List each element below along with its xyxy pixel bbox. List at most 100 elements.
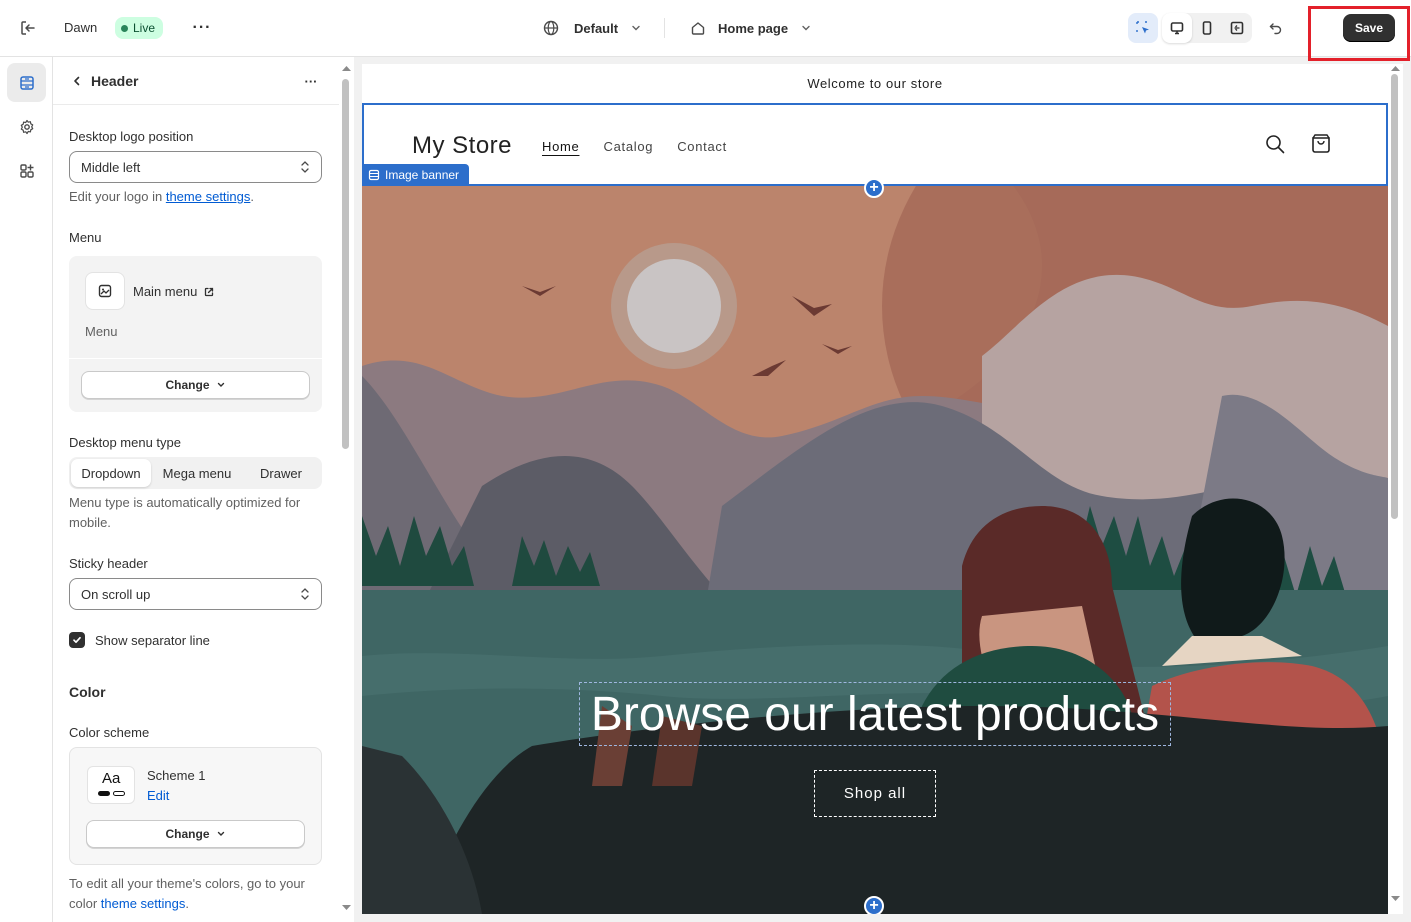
sticky-header-select[interactable]: On scroll up: [69, 578, 322, 610]
logo-theme-settings-link[interactable]: theme settings: [166, 189, 251, 204]
language-selector[interactable]: Default: [542, 17, 642, 39]
panel-header: Header ···: [53, 57, 341, 105]
main-navigation: Home Catalog Contact: [542, 139, 727, 154]
menu-name-link[interactable]: Main menu: [133, 284, 215, 299]
menu-card-divider: [69, 358, 322, 359]
mobile-view-button[interactable]: [1192, 13, 1222, 43]
store-logo[interactable]: My Store: [412, 132, 512, 160]
device-toggle-group: [1162, 13, 1252, 43]
panel-title: Header: [91, 73, 139, 89]
scroll-down-arrow-icon: [342, 905, 351, 910]
header-icons: [1264, 133, 1332, 155]
colors-help-suffix: .: [185, 896, 189, 911]
logo-help-suffix: .: [250, 189, 255, 204]
image-banner-section[interactable]: Browse our latest products Shop all: [362, 64, 1388, 914]
cart-icon[interactable]: [1310, 133, 1332, 155]
shop-all-button[interactable]: Shop all: [814, 770, 936, 817]
preview-scrollbar[interactable]: [1388, 64, 1403, 914]
chevron-down-icon: [802, 25, 810, 31]
search-icon[interactable]: [1264, 133, 1286, 155]
more-actions-icon[interactable]: ···: [190, 16, 214, 40]
desktop-icon: [1170, 22, 1184, 35]
chevron-down-icon: [632, 25, 640, 31]
default-label: Default: [574, 20, 619, 36]
separator-checkbox[interactable]: [69, 632, 85, 648]
separator-label[interactable]: Show separator line: [95, 633, 210, 648]
scheme-outline-pill: [113, 791, 125, 796]
image-banner-tag[interactable]: Image banner: [362, 164, 470, 186]
checkmark-icon: [73, 636, 81, 644]
colors-help-text: To edit all your theme's colors, go to y…: [69, 874, 319, 914]
select-cursor-icon: [1136, 21, 1149, 34]
menu-type-drawer[interactable]: Drawer: [243, 459, 319, 487]
fullscreen-view-button[interactable]: [1222, 13, 1252, 43]
header-section[interactable]: My Store Home Catalog Contact: [362, 103, 1388, 186]
scheme-change-label: Change: [165, 827, 210, 841]
colors-theme-settings-link[interactable]: theme settings: [101, 896, 186, 911]
color-heading: Color: [69, 684, 106, 700]
select-arrows-icon: [301, 161, 309, 173]
fullscreen-icon: [1230, 21, 1244, 35]
select-arrows-icon: [301, 588, 309, 600]
inspector-toggle[interactable]: [1128, 13, 1158, 43]
scheme-solid-pill: [98, 791, 110, 796]
logo-help-text: Edit your logo in theme settings.: [69, 187, 254, 207]
sections-rail-button[interactable]: [7, 63, 46, 102]
menu-icon-box: [85, 272, 125, 310]
nav-catalog[interactable]: Catalog: [603, 139, 653, 154]
scheme-name: Scheme 1: [147, 768, 206, 783]
menu-type-help: Menu type is automatically optimized for…: [69, 495, 301, 530]
panel-scrollbar-thumb[interactable]: [342, 79, 349, 449]
editor-topbar: Dawn Live ··· Default Home page Save: [0, 0, 1411, 61]
logo-position-select[interactable]: Middle left: [69, 151, 322, 183]
scroll-down-arrow-icon: [1391, 896, 1400, 901]
desktop-view-button[interactable]: [1162, 13, 1192, 43]
scroll-up-arrow-icon: [342, 66, 351, 71]
sticky-header-value: On scroll up: [81, 586, 151, 602]
add-section-bottom-icon[interactable]: +: [864, 896, 884, 914]
nav-home[interactable]: Home: [542, 139, 579, 154]
menu-type-label: Desktop menu type: [69, 435, 182, 450]
sections-icon: [19, 75, 34, 90]
topbar-divider: [664, 18, 665, 38]
scheme-change-button[interactable]: Change: [86, 820, 305, 848]
image-banner-tag-label: Image banner: [385, 168, 460, 182]
page-selector[interactable]: Home page: [690, 17, 812, 39]
apps-rail-button[interactable]: [7, 151, 46, 190]
logo-position-value: Middle left: [81, 159, 141, 175]
back-icon[interactable]: [67, 71, 87, 91]
announcement-bar[interactable]: Welcome to our store: [362, 64, 1388, 102]
live-dot-icon: [121, 24, 128, 32]
banner-heading[interactable]: Browse our latest products: [579, 682, 1171, 746]
globe-icon: [543, 20, 559, 36]
settings-panel: Header ··· Desktop logo position Middle …: [53, 57, 354, 922]
settings-rail-button[interactable]: [7, 107, 46, 146]
menu-sub-label: Menu: [85, 324, 118, 339]
panel-scrollbar[interactable]: [339, 57, 354, 922]
logo-help-prefix: Edit your logo in: [69, 189, 166, 204]
gear-icon: [20, 119, 33, 134]
menu-type-dropdown[interactable]: Dropdown: [71, 459, 151, 487]
nav-contact[interactable]: Contact: [677, 139, 727, 154]
color-scheme-card: Aa Scheme 1 Edit Change: [69, 747, 322, 865]
scheme-edit-link[interactable]: Edit: [147, 788, 169, 803]
more-options-icon[interactable]: ···: [299, 69, 323, 93]
menu-change-button[interactable]: Change: [81, 371, 310, 399]
store-preview: Welcome to our store Browse our latest p…: [362, 64, 1388, 914]
add-section-icon[interactable]: +: [864, 178, 884, 198]
save-button[interactable]: Save: [1343, 14, 1395, 42]
chevron-down-icon: [217, 382, 224, 387]
menu-type-segmented-control: Dropdown Mega menu Drawer: [69, 457, 322, 489]
logo-position-label: Desktop logo position: [69, 129, 194, 144]
home-icon: [691, 22, 705, 35]
undo-icon[interactable]: [1262, 14, 1290, 42]
external-link-icon: [205, 287, 214, 296]
menu-picker-card: Main menu Menu Change: [69, 256, 322, 412]
menu-name: Main menu: [133, 284, 198, 299]
sticky-header-label: Sticky header: [69, 556, 148, 571]
preview-toolbar: [1128, 13, 1252, 43]
live-label: Live: [133, 21, 156, 35]
preview-scrollbar-thumb[interactable]: [1391, 74, 1398, 519]
menu-type-mega[interactable]: Mega menu: [151, 459, 243, 487]
exit-icon[interactable]: [16, 16, 40, 40]
